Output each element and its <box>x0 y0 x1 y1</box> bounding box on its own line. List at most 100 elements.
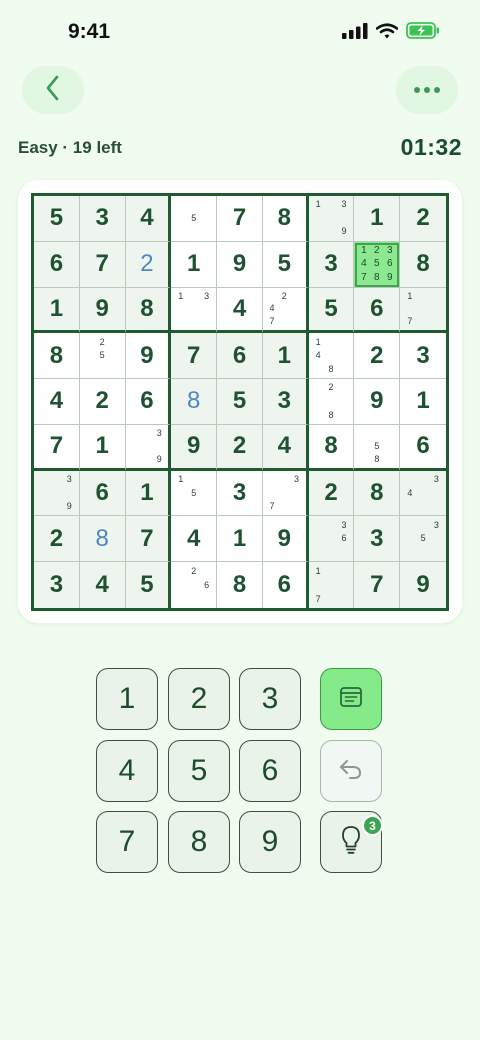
digit-key-7[interactable]: 7 <box>96 811 158 873</box>
sudoku-cell[interactable]: 8 <box>79 516 126 563</box>
sudoku-cell[interactable]: 9 <box>217 241 263 288</box>
sudoku-cell[interactable]: 34 <box>400 470 446 517</box>
sudoku-cell[interactable]: 3 <box>217 470 263 517</box>
sudoku-cell[interactable]: 3 <box>79 196 126 242</box>
sudoku-cell[interactable]: 28 <box>308 379 355 425</box>
sudoku-cell[interactable]: 2 <box>400 196 446 242</box>
sudoku-cell[interactable]: 2 <box>308 470 355 517</box>
sudoku-cell[interactable]: 2 <box>125 241 172 288</box>
digit-key-2[interactable]: 2 <box>168 668 230 730</box>
sudoku-cell[interactable]: 1 <box>79 424 126 471</box>
sudoku-cell[interactable]: 13 <box>171 287 218 334</box>
note-digit <box>312 532 325 546</box>
sudoku-cell[interactable]: 7 <box>34 424 80 471</box>
digit-key-3[interactable]: 3 <box>239 668 301 730</box>
sudoku-cell[interactable]: 1 <box>34 287 80 334</box>
sudoku-cell[interactable]: 1 <box>262 333 309 380</box>
sudoku-cell[interactable]: 24 7 <box>262 287 309 334</box>
sudoku-cell[interactable]: 8 <box>308 424 355 471</box>
sudoku-cell[interactable]: 6 <box>79 470 126 517</box>
sudoku-cell[interactable]: 6 <box>263 562 309 608</box>
sudoku-cell[interactable]: 8 <box>217 562 263 608</box>
sudoku-cell[interactable]: 2 <box>217 424 263 471</box>
sudoku-cell[interactable]: 1 48 <box>308 333 355 380</box>
sudoku-cell[interactable]: 2 <box>34 516 80 563</box>
sudoku-cell[interactable]: 3 <box>262 379 309 425</box>
sudoku-cell[interactable]: 3 <box>308 241 355 288</box>
sudoku-cell[interactable]: 5 <box>308 287 355 334</box>
sudoku-cell[interactable]: 2 <box>79 379 126 425</box>
sudoku-cell[interactable]: 1 <box>354 196 401 242</box>
sudoku-cell[interactable]: 4 <box>125 196 172 242</box>
sudoku-cell[interactable]: 6 <box>34 241 80 288</box>
sudoku-cell[interactable]: 9 <box>125 333 172 380</box>
sudoku-cell[interactable]: 7 <box>354 562 401 608</box>
sudoku-cell[interactable]: 25 <box>79 333 126 380</box>
digit-key-1[interactable]: 1 <box>96 668 158 730</box>
sudoku-cell[interactable]: 1 3 9 <box>308 196 355 242</box>
sudoku-cell[interactable]: 5 <box>125 562 172 608</box>
more-options-button[interactable] <box>396 66 458 114</box>
sudoku-cell[interactable]: 9 <box>262 516 309 563</box>
sudoku-cell[interactable]: 8 <box>34 333 80 380</box>
sudoku-cell[interactable]: 4 <box>217 287 263 334</box>
sudoku-cell[interactable]: 58 <box>354 424 401 471</box>
sudoku-cell[interactable]: 3 <box>354 516 401 563</box>
sudoku-cell[interactable]: 4 <box>34 379 80 425</box>
sudoku-cell[interactable]: 17 <box>308 562 355 608</box>
sudoku-cell[interactable]: 1 <box>400 379 446 425</box>
sudoku-cell[interactable]: 39 <box>125 424 172 471</box>
sudoku-cell[interactable]: 9 <box>79 287 126 334</box>
sudoku-cell[interactable]: 9 <box>400 562 446 608</box>
sudoku-cell[interactable]: 4 <box>262 424 309 471</box>
sudoku-cell[interactable]: 39 <box>34 470 80 517</box>
sudoku-cell[interactable]: 8 <box>125 287 172 334</box>
sudoku-cell[interactable]: 9 <box>171 424 218 471</box>
sudoku-cell[interactable]: 7 <box>217 196 263 242</box>
note-digit: 8 <box>374 453 380 464</box>
sudoku-cell[interactable]: 15 <box>171 470 218 517</box>
sudoku-cell[interactable]: 5 <box>171 196 218 242</box>
undo-button[interactable] <box>320 740 382 802</box>
sudoku-cell[interactable]: 1 <box>217 516 263 563</box>
note-digit <box>187 290 200 303</box>
hint-button[interactable]: 3 <box>320 811 383 873</box>
sudoku-cell[interactable]: 6 <box>217 333 263 380</box>
sudoku-cell[interactable]: 6 <box>400 425 446 471</box>
sudoku-cell[interactable]: 5 <box>34 196 80 242</box>
digit-key-8[interactable]: 8 <box>168 811 230 873</box>
sudoku-cell[interactable]: 9 <box>354 379 401 425</box>
sudoku-cell[interactable]: 1 <box>171 241 218 288</box>
sudoku-cell[interactable]: 35 <box>400 516 446 563</box>
sudoku-cell[interactable]: 8 <box>400 241 446 288</box>
sudoku-cell[interactable]: 36 <box>308 516 355 563</box>
back-button[interactable] <box>22 66 84 114</box>
notes-mode-button[interactable] <box>320 668 382 730</box>
sudoku-cell[interactable]: 7 <box>125 516 172 563</box>
sudoku-cell[interactable]: 7 <box>79 241 126 288</box>
sudoku-cell[interactable]: 3 <box>400 333 446 380</box>
note-digit <box>430 290 443 303</box>
sudoku-cell[interactable]: 4 <box>79 562 126 608</box>
digit-key-4[interactable]: 4 <box>96 740 158 802</box>
sudoku-cell[interactable]: 3 <box>34 562 80 608</box>
sudoku-cell[interactable]: 26 <box>171 562 218 608</box>
digit-key-9[interactable]: 9 <box>239 811 301 873</box>
sudoku-cell[interactable]: 2 <box>354 333 401 380</box>
sudoku-cell[interactable]: 6 <box>125 379 172 425</box>
note-digit <box>278 302 290 315</box>
sudoku-cell[interactable]: 5 <box>217 379 263 425</box>
sudoku-cell[interactable]: 8 <box>262 196 309 242</box>
sudoku-cell[interactable]: 7 <box>171 333 218 380</box>
sudoku-cell[interactable]: 5 <box>262 241 309 288</box>
sudoku-cell[interactable]: 8 <box>171 379 218 425</box>
digit-key-6[interactable]: 6 <box>239 740 301 802</box>
sudoku-cell[interactable]: 17 <box>400 287 446 334</box>
sudoku-cell[interactable]: 8 <box>354 470 401 517</box>
selected-cell[interactable]: 123 456 789 <box>354 241 401 288</box>
sudoku-cell[interactable]: 37 <box>262 470 309 517</box>
sudoku-cell[interactable]: 1 <box>125 470 172 517</box>
sudoku-cell[interactable]: 4 <box>171 516 218 563</box>
digit-key-5[interactable]: 5 <box>168 740 230 802</box>
sudoku-cell[interactable]: 6 <box>354 287 401 334</box>
